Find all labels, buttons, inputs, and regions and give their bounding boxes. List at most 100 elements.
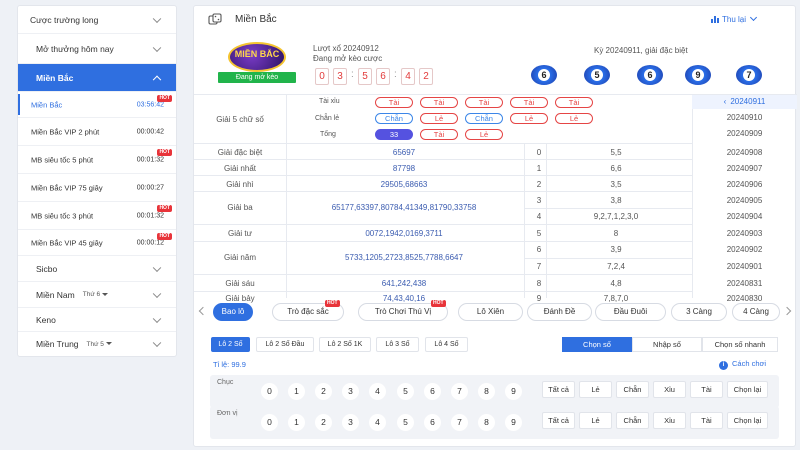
collapse-button[interactable]: Thu lại: [711, 13, 758, 24]
mode-chon-so[interactable]: Chọn số: [562, 337, 632, 352]
main-panel: Miền Bắc Thu lại MIỀN BẮC Đang mở kèo Lư…: [193, 5, 797, 447]
filter-even-button[interactable]: Chẵn: [616, 381, 649, 398]
game-item[interactable]: Miền Bắc VIP 75 giây 00:00:27: [18, 174, 176, 202]
filter-all-button[interactable]: Tất cả: [542, 381, 575, 398]
countdown-digit: 0: [315, 68, 329, 85]
tab-danh-de[interactable]: Đánh Đề: [527, 303, 592, 321]
mode-nhap-so[interactable]: Nhập số: [632, 337, 702, 352]
hot-badge: HOT: [157, 149, 172, 156]
subtab-lo-2-so-dau[interactable]: Lô 2 Số Đầu: [256, 337, 314, 352]
how-to-play-label: Cách chơi: [732, 359, 767, 368]
date-item[interactable]: 20240830: [692, 294, 797, 303]
subtab-lo-3-so[interactable]: Lô 3 Số: [376, 337, 419, 352]
subtab-lo-2-so-1k[interactable]: Lô 2 Số 1K: [319, 337, 371, 352]
digit-button[interactable]: 3: [342, 383, 359, 400]
weekday-select[interactable]: Thứ 6: [83, 291, 109, 298]
scroll-left-icon[interactable]: [198, 306, 208, 316]
digit-button[interactable]: 7: [451, 383, 468, 400]
digit-button[interactable]: 0: [261, 414, 278, 431]
filter-big-button[interactable]: Tài: [690, 412, 723, 429]
filter-odd-button[interactable]: Lẻ: [579, 412, 612, 429]
game-name: Miền Bắc VIP 45 giây: [31, 238, 103, 247]
digit-button[interactable]: 1: [288, 414, 305, 431]
filter-odd-button[interactable]: Lẻ: [579, 381, 612, 398]
digit-button[interactable]: 5: [397, 414, 414, 431]
digit-button[interactable]: 1: [288, 383, 305, 400]
how-to-play-link[interactable]: i Cách chơi: [719, 359, 766, 370]
date-item[interactable]: 20240831: [692, 279, 797, 288]
digit-button[interactable]: 0: [261, 383, 278, 400]
digit-button[interactable]: 7: [451, 414, 468, 431]
game-item[interactable]: MB siêu tốc 3 phút 00:01:32 HOT: [18, 202, 176, 230]
date-item[interactable]: 20240906: [692, 180, 797, 189]
digit-button[interactable]: 5: [397, 383, 414, 400]
sidebar-item-mien-nam[interactable]: Miền Nam Thứ 6: [18, 282, 176, 308]
filter-all-button[interactable]: Tất cả: [542, 412, 575, 429]
date-item[interactable]: ‹ 20240911: [692, 95, 797, 109]
date-item[interactable]: 20240910: [692, 113, 797, 122]
digit-button[interactable]: 4: [369, 414, 386, 431]
reset-button[interactable]: Chọn lại: [727, 412, 768, 429]
tail-values: 7,2,4: [607, 262, 625, 271]
date-item[interactable]: 20240909: [692, 129, 797, 138]
logo-text: MIỀN BẮC: [234, 49, 280, 59]
sidebar-item-mien-trung[interactable]: Miền Trung Thứ 5: [18, 332, 176, 356]
filter-small-button[interactable]: Xỉu: [653, 412, 686, 429]
tab-lo-xien[interactable]: Lô Xiên: [458, 303, 523, 321]
digit-button[interactable]: 6: [424, 383, 441, 400]
digit-button[interactable]: 9: [505, 383, 522, 400]
digit-button[interactable]: 3: [342, 414, 359, 431]
date-item[interactable]: 20240908: [692, 148, 797, 157]
filter-even-button[interactable]: Chẵn: [616, 412, 649, 429]
countdown-digit: 4: [401, 68, 415, 85]
hot-badge: HOT: [431, 300, 446, 307]
info-icon: i: [719, 361, 728, 370]
digit-button[interactable]: 8: [478, 414, 495, 431]
sidebar-item-mien-bac[interactable]: Miền Bắc: [18, 64, 176, 92]
digit-button[interactable]: 9: [505, 414, 522, 431]
reset-button[interactable]: Chọn lại: [727, 381, 768, 398]
game-item[interactable]: MB siêu tốc 5 phút 00:01:32 HOT: [18, 146, 176, 174]
game-countdown: 00:01:32: [136, 156, 164, 163]
chevron-down-icon: [152, 263, 162, 272]
mode-chon-so-nhanh[interactable]: Chọn số nhanh: [702, 337, 778, 352]
date-item[interactable]: 20240902: [692, 245, 797, 254]
date-item[interactable]: 20240901: [692, 262, 797, 271]
digit-button[interactable]: 2: [315, 414, 332, 431]
scroll-right-icon[interactable]: [782, 306, 792, 316]
countdown-sep: :: [351, 69, 354, 80]
prize-label: Giải đặc biệt: [217, 148, 263, 157]
digit-button[interactable]: 4: [369, 383, 386, 400]
chanle-pill: Lẻ: [555, 113, 593, 124]
game-item[interactable]: Miền Bắc VIP 2 phút 00:00:42: [18, 118, 176, 146]
game-name: Miền Bắc VIP 75 giây: [31, 183, 103, 192]
tab-bao-lo[interactable]: Bao lô: [213, 303, 253, 321]
filter-small-button[interactable]: Xỉu: [653, 381, 686, 398]
date-item[interactable]: 20240905: [692, 196, 797, 205]
tab-4-cang[interactable]: 4 Càng: [732, 303, 780, 321]
subtab-lo-4-so[interactable]: Lô 4 Số: [425, 337, 468, 352]
pick-row-tens: Chục 0 1 2 3 4 5 6 7 8 9 Tất cả Lẻ Chẵn …: [210, 375, 779, 408]
date-item[interactable]: 20240904: [692, 212, 797, 221]
filter-big-button[interactable]: Tài: [690, 381, 723, 398]
draw-status: Đang mở kèo cược: [313, 54, 383, 63]
tab-3-cang[interactable]: 3 Càng: [671, 303, 727, 321]
sidebar-item-long-bet[interactable]: Cược trường long: [18, 6, 176, 34]
tong-pill: 33: [375, 129, 413, 140]
sidebar-item-keno[interactable]: Keno: [18, 308, 176, 332]
prize-value: 0072,1942,0169,3711: [365, 229, 443, 238]
game-item[interactable]: Miền Bắc 03:56:42 HOT: [18, 92, 176, 118]
weekday-select[interactable]: Thứ 5: [87, 341, 112, 348]
subtab-lo-2-so[interactable]: Lô 2 Số: [211, 337, 250, 352]
sidebar-item-sicbo[interactable]: Sicbo: [18, 256, 176, 282]
game-item[interactable]: Miền Bắc VIP 45 giây 00:00:12 HOT: [18, 230, 176, 256]
digit-button[interactable]: 8: [478, 383, 495, 400]
digit-button[interactable]: 6: [424, 414, 441, 431]
date-item[interactable]: 20240903: [692, 229, 797, 238]
digit-button[interactable]: 2: [315, 383, 332, 400]
sidebar-item-label: Keno: [36, 314, 56, 325]
tab-dau-duoi[interactable]: Đầu Đuôi: [595, 303, 666, 321]
sidebar-item-today[interactable]: Mở thưởng hôm nay: [18, 34, 176, 64]
chevron-down-icon: [152, 338, 162, 348]
date-item[interactable]: 20240907: [692, 164, 797, 173]
